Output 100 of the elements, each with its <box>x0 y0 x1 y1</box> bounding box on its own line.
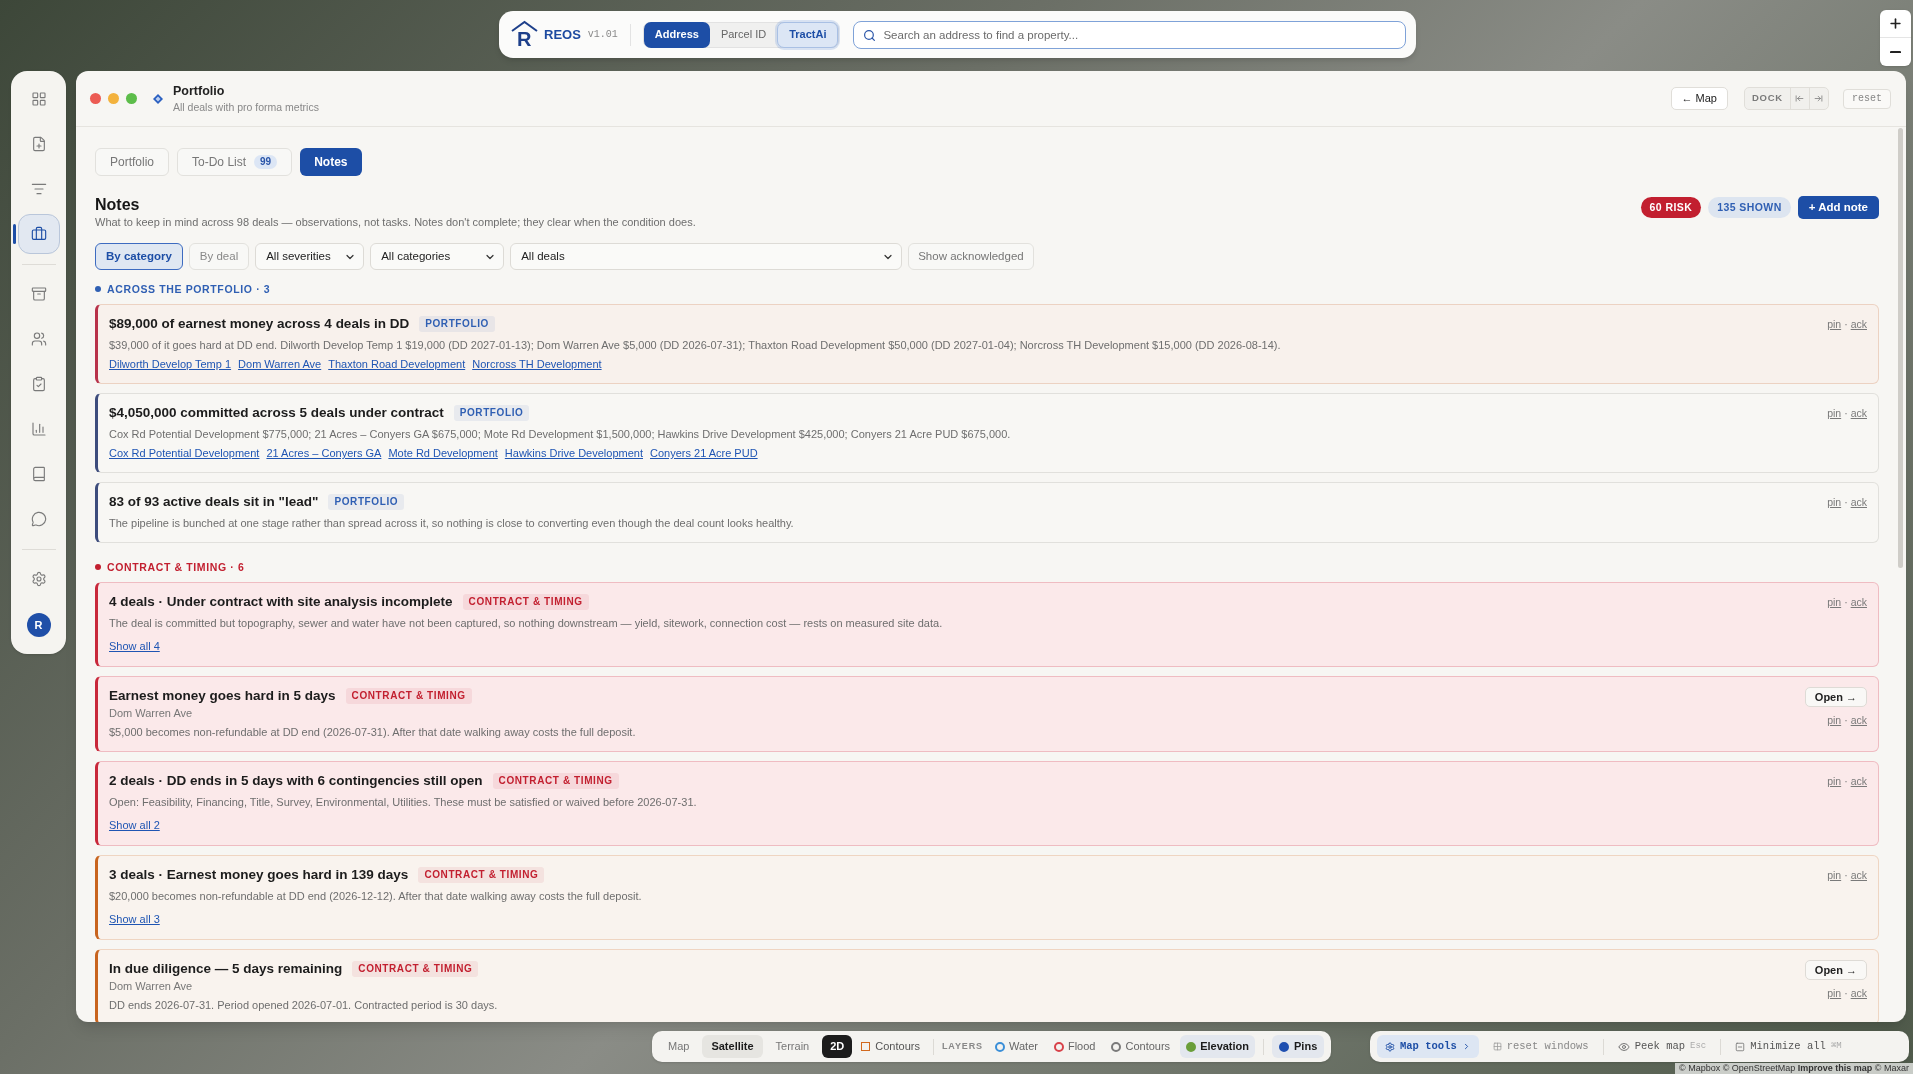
layer-toggle[interactable]: Contours <box>1105 1035 1177 1058</box>
minimize-button[interactable] <box>108 93 119 104</box>
pin-link[interactable]: pin <box>1827 404 1842 422</box>
minimize-all-button[interactable]: Minimize all ⌘M <box>1729 1035 1848 1058</box>
grouping-toggle[interactable]: By category <box>95 243 183 270</box>
deal-link[interactable]: Mote Rd Development <box>388 446 498 460</box>
note-title: In due diligence — 5 days remaining <box>109 960 343 978</box>
pin-link[interactable]: pin <box>1827 984 1842 1002</box>
ack-link[interactable]: ack <box>1850 315 1867 333</box>
tab[interactable]: Portfolio <box>95 148 170 176</box>
deal-link[interactable]: Norcross TH Development <box>472 357 602 371</box>
brand-name: REOS <box>544 25 581 44</box>
search-icon <box>863 28 877 42</box>
map-button[interactable]: ← Map <box>1670 87 1728 110</box>
roof-icon <box>511 19 538 32</box>
ack-link[interactable]: ack <box>1850 866 1867 884</box>
map-style-tab[interactable]: Terrain <box>766 1035 819 1058</box>
close-button[interactable] <box>90 93 101 104</box>
maximize-button[interactable] <box>126 93 137 104</box>
category-tag: CONTRACT & TIMING <box>462 594 589 610</box>
deal-name: Dom Warren Ave <box>109 979 193 993</box>
pin-link[interactable]: pin <box>1827 866 1842 884</box>
settings-icon <box>30 571 47 587</box>
filter-dropdown[interactable]: All severities <box>255 243 365 270</box>
show-all-link[interactable]: Show all 4 <box>109 639 160 654</box>
tab[interactable]: To-Do List 99 <box>177 148 293 176</box>
note-title: $89,000 of earnest money across 4 deals in DD <box>109 315 410 333</box>
grid-icon <box>30 91 47 107</box>
contours-toggle[interactable]: Contours <box>856 1035 925 1058</box>
note-body: Open: Feasibility, Financing, Title, Survey, Environmental, Utilities. These must be satisfied or waived before 2026-07-31. <box>109 795 697 809</box>
map-style-tab[interactable]: Map <box>659 1035 699 1058</box>
reset-windows-button[interactable]: reset windows <box>1486 1035 1595 1058</box>
bar-chart-icon <box>30 421 47 437</box>
show-acknowledged-button[interactable]: Show acknowledged <box>908 243 1034 270</box>
search-field[interactable]: Search an address to find a property... <box>853 20 1406 49</box>
ack-link[interactable]: ack <box>1850 984 1867 1002</box>
summary-badge: 60 RISK <box>1640 197 1702 218</box>
action-separator: · <box>1844 595 1848 610</box>
pin-link[interactable]: pin <box>1827 315 1842 333</box>
note-body: The pipeline is bunched at one stage rather than spread across it, so nothing is close to converting even though the deal count looks healthy. <box>109 516 794 530</box>
shortcut-key: ⌘M <box>1830 1039 1842 1054</box>
deal-link[interactable]: Cox Rd Potential Development <box>109 446 260 460</box>
note-body: $39,000 of it goes hard at DD end. Dilworth Develop Temp 1 $19,000 (DD 2027-01-13); Dom Warren Ave $5,000 (DD 2026-07-31); Thaxton Road Development $50,000 (DD 2027-01-04); Norcross TH Development $15,000 (DD 2026-08-14). <box>109 338 1281 352</box>
peek-map-button[interactable]: Peek map Esc <box>1611 1035 1713 1058</box>
pin-link[interactable]: pin <box>1827 711 1842 729</box>
diamond-icon <box>153 93 163 104</box>
user-avatar[interactable]: R <box>26 613 51 637</box>
sidebar-item[interactable] <box>17 214 60 254</box>
search-mode-tab[interactable]: Parcel ID <box>709 21 778 48</box>
search-mode-tab[interactable]: Address <box>643 21 710 48</box>
open-button[interactable]: Open → <box>1804 687 1867 707</box>
ack-link[interactable]: ack <box>1850 493 1867 511</box>
note-title: Earnest money goes hard in 5 days <box>109 687 336 705</box>
note-body: $20,000 becomes non-refundable at DD end (2026-12-12). After that date walking away costs the full deposit. <box>109 889 642 903</box>
action-separator: · <box>1844 774 1848 789</box>
note-title: 83 of 93 active deals sit in "lead" <box>109 493 319 511</box>
map-attribution: © Mapbox © OpenStreetMap Improve this map © Maxar <box>1675 1063 1913 1074</box>
settings-icon <box>1385 1041 1395 1052</box>
pin-link[interactable]: pin <box>1827 593 1842 611</box>
layer-toggle[interactable]: Water <box>989 1035 1044 1058</box>
filter-dropdown[interactable]: All deals <box>510 243 903 270</box>
deal-link[interactable]: 21 Acres – Conyers GA <box>266 446 382 460</box>
layer-toggle[interactable]: Elevation <box>1180 1035 1256 1058</box>
deal-link[interactable]: Conyers 21 Acre PUD <box>650 446 758 460</box>
grouping-toggle[interactable]: By deal <box>188 243 250 270</box>
show-all-link[interactable]: Show all 2 <box>109 818 160 833</box>
pin-link[interactable]: pin <box>1827 493 1842 511</box>
ack-link[interactable]: ack <box>1850 404 1867 422</box>
filter-dropdown[interactable]: All categories <box>370 243 505 270</box>
add-note-button[interactable]: + Add note <box>1797 196 1879 219</box>
open-button[interactable]: Open → <box>1804 960 1867 980</box>
map-tools-button[interactable]: Map tools <box>1377 1035 1479 1058</box>
ack-link[interactable]: ack <box>1850 711 1867 729</box>
ack-link[interactable]: ack <box>1850 593 1867 611</box>
view-mode-toggle[interactable]: 2D <box>822 1035 853 1058</box>
map-style-tab[interactable]: Satellite <box>702 1035 763 1058</box>
category-tag: PORTFOLIO <box>328 494 405 510</box>
file-plus-icon <box>30 136 47 152</box>
action-separator: · <box>1844 495 1848 510</box>
deal-link[interactable]: Dom Warren Ave <box>238 357 322 371</box>
show-all-link[interactable]: Show all 3 <box>109 912 160 927</box>
tab[interactable]: Notes <box>300 148 362 176</box>
deal-link[interactable]: Thaxton Road Development <box>328 357 466 371</box>
layer-toggle[interactable]: Flood <box>1047 1035 1102 1058</box>
ack-link[interactable]: ack <box>1850 772 1867 790</box>
deal-link[interactable]: Dilworth Develop Temp 1 <box>109 357 232 371</box>
search-mode-tab[interactable]: TractAi <box>777 21 839 48</box>
summary-badge: 135 SHOWN <box>1708 197 1791 218</box>
plus-icon <box>1888 16 1903 31</box>
category-tag: CONTRACT & TIMING <box>352 961 479 977</box>
grid-icon <box>1492 1042 1502 1051</box>
deal-link[interactable]: Hawkins Drive Development <box>504 446 643 460</box>
logo-letter: R <box>517 27 532 50</box>
pins-toggle[interactable]: Pins <box>1272 1035 1325 1058</box>
action-separator: · <box>1844 317 1848 332</box>
pin-link[interactable]: pin <box>1827 772 1842 790</box>
reset-button[interactable]: reset <box>1843 88 1891 109</box>
note-title: 3 deals · Earnest money goes hard in 139 days <box>109 866 409 884</box>
note-body: Cox Rd Potential Development $775,000; 21 Acres – Conyers GA $675,000; Mote Rd Development $1,500,000; Hawkins Drive Development $425,000; Conyers 21 Acre PUD $675,000. <box>109 427 1011 441</box>
message-icon <box>30 511 47 527</box>
